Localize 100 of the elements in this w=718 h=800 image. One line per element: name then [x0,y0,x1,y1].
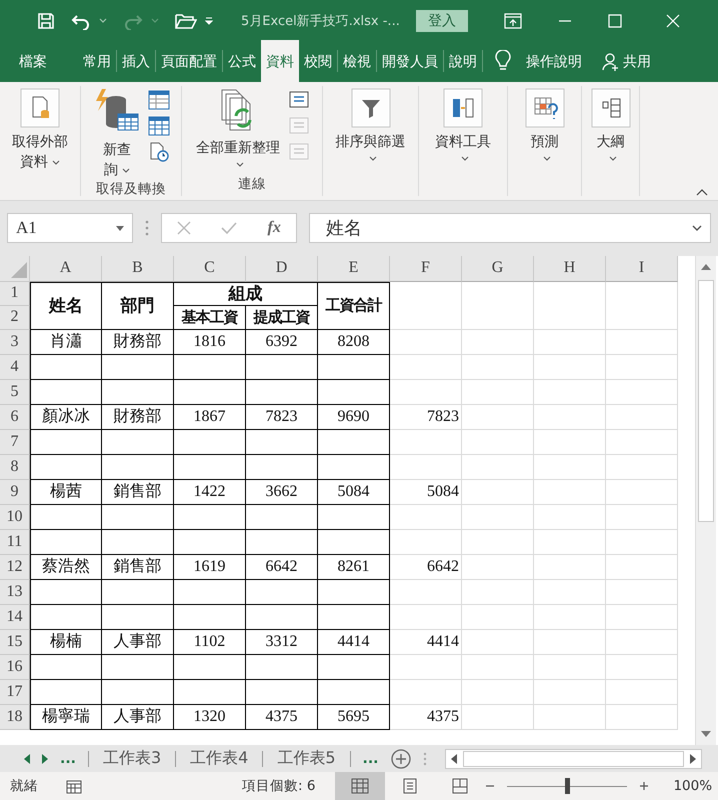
ribbon-tab[interactable]: 插入 [117,44,155,79]
empty-cell [534,430,606,455]
scroll-down-icon[interactable] [701,731,711,738]
connections-icon[interactable] [288,90,310,110]
table-cell: 肖瀟 [30,330,102,355]
row-header[interactable]: 4 [0,354,30,380]
sign-in-button[interactable]: 登入 [416,10,468,32]
scroll-up-icon[interactable] [701,264,711,270]
row-header[interactable]: 2 [0,306,30,330]
folder-icon[interactable] [175,12,197,29]
insert-function-button[interactable]: fx [268,219,281,238]
save-icon[interactable] [37,12,55,30]
chevron-down-icon [542,156,550,161]
empty-cell [534,480,606,505]
zoom-slider-thumb[interactable] [565,778,570,794]
close-icon[interactable] [666,14,680,28]
ribbon-display-icon[interactable] [504,12,522,29]
column-header[interactable]: C [174,256,246,282]
more-sheets-button[interactable]: ... [362,750,378,767]
drag-handle-icon[interactable] [422,752,426,766]
share-button[interactable]: 共用 [597,44,656,79]
table-cell: 財務部 [102,404,174,430]
add-sheet-icon[interactable] [390,748,410,769]
row-header[interactable]: 1 [0,282,30,306]
row-header[interactable]: 5 [0,380,30,405]
row-header[interactable]: 15 [0,630,30,655]
scroll-left-icon[interactable] [450,754,456,764]
sheet-tab[interactable]: 工作表4 [188,748,250,770]
get-external-data-button[interactable]: 取得外部資料 [7,88,73,172]
zoom-percent[interactable]: 100% [673,778,712,794]
tell-me-button[interactable]: 操作說明 [521,44,587,79]
maximize-icon[interactable] [608,14,622,28]
row-header[interactable]: 6 [0,404,30,430]
vertical-scrollbar[interactable] [695,256,716,746]
column-header[interactable]: B [102,256,174,282]
column-header[interactable]: E [318,256,390,282]
sort-filter-button[interactable]: 排序與篩選 [334,88,408,161]
grid-icon[interactable] [148,116,170,136]
zoom-in-icon[interactable] [639,781,650,791]
ribbon-tab[interactable]: 說明 [444,44,482,79]
data-tools-button[interactable]: 資料工具 [433,88,493,161]
table-icon[interactable] [148,90,170,110]
column-header[interactable]: A [30,256,102,282]
table-cell: 蔡浩然 [30,554,102,580]
row-header[interactable]: 13 [0,580,30,605]
customize-caret-icon[interactable] [205,16,213,25]
row-header[interactable]: 12 [0,554,30,580]
table-cell: 5695 [318,704,390,730]
ribbon-tab[interactable]: 常用 [78,44,116,79]
document-clock-icon[interactable] [148,142,170,162]
row-header[interactable]: 18 [0,704,30,730]
more-sheets-button[interactable]: ... [60,750,76,767]
table-cell: 5084 [318,480,390,505]
column-header[interactable]: F [390,256,462,282]
ribbon-tab[interactable]: 開發人員 [377,44,443,79]
row-header[interactable]: 14 [0,604,30,630]
ribbon-tab[interactable]: 公式 [223,44,261,79]
empty-cell [390,380,462,405]
collapse-ribbon-icon[interactable] [696,188,708,196]
column-header[interactable]: G [462,256,534,282]
sheet-tab[interactable]: 工作表3 [100,748,164,770]
previous-sheet-icon[interactable] [24,754,30,764]
ribbon-tab[interactable]: 校閱 [299,44,337,79]
column-header[interactable]: H [534,256,606,282]
checkmark-icon[interactable] [221,221,238,236]
column-header[interactable]: I [606,256,678,282]
name-box[interactable]: A1 [7,213,133,244]
ribbon-tab[interactable]: 檔案 [14,44,52,79]
column-header[interactable]: D [246,256,318,282]
ribbon-tab[interactable]: 頁面配置 [156,44,222,79]
new-query-button[interactable]: 新查詢 [92,88,142,180]
table-cell: 4414 [318,630,390,655]
caret-icon[interactable] [99,18,107,24]
row-header[interactable]: 11 [0,530,30,555]
drag-handle-icon[interactable] [145,220,149,236]
empty-cell [174,654,246,680]
forecast-button[interactable]: 預測 [512,88,578,161]
empty-cell [318,454,390,480]
scroll-right-icon[interactable] [690,754,696,764]
item-count-text: 項目個數: 6 [242,777,316,795]
row-header[interactable]: 17 [0,680,30,705]
row-header[interactable]: 3 [0,330,30,355]
formula-input[interactable]: 姓名 [309,213,711,244]
row-header[interactable]: 7 [0,430,30,455]
lightbulb-icon[interactable] [495,50,511,72]
empty-cell [318,530,390,555]
ribbon-tab[interactable]: 資料 [261,40,299,82]
outline-button[interactable]: 大綱 [578,88,644,161]
ribbon-tab[interactable]: 檢視 [338,44,376,79]
next-sheet-icon[interactable] [42,754,48,764]
horizontal-scrollbar[interactable] [444,748,702,769]
row-header[interactable]: 10 [0,504,30,530]
normal-view-button[interactable] [335,772,386,800]
row-header[interactable]: 9 [0,480,30,505]
table-cell: 5084 [390,480,462,505]
row-header[interactable]: 8 [0,454,30,480]
row-header[interactable]: 16 [0,654,30,680]
sheet-tab[interactable]: 工作表5 [275,748,338,770]
macro-record-icon[interactable] [66,778,84,794]
refresh-all-button[interactable]: 全部重新整理 [194,88,282,175]
